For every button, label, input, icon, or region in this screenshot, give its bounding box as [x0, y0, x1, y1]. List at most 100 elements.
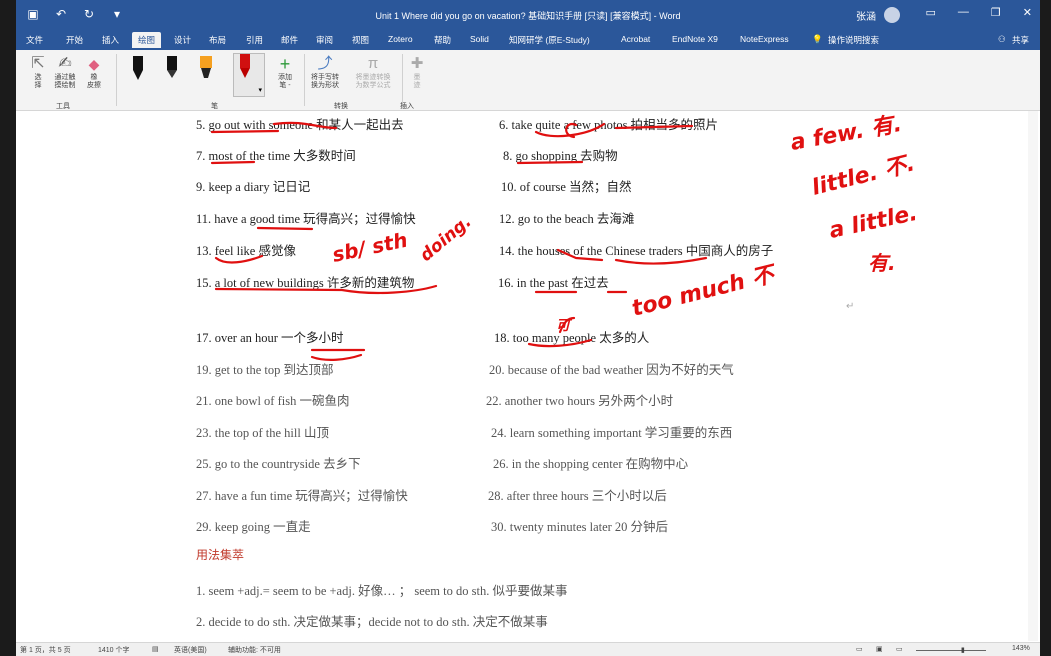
- add-pen-button[interactable]: + 添加 笔 -: [273, 54, 297, 90]
- share-button[interactable]: 共享: [1012, 34, 1029, 46]
- phrase-26: 26. in the shopping center 在购物中心: [493, 457, 689, 471]
- math-icon: π: [367, 55, 379, 72]
- document-page[interactable]: 5. go out with someone 和某人一起出去 6. take q…: [16, 111, 1040, 641]
- tab-references[interactable]: 引用: [246, 34, 263, 46]
- word-count[interactable]: 1410 个字: [98, 645, 130, 655]
- tab-zotero[interactable]: Zotero: [388, 34, 413, 44]
- pen-red-selected[interactable]: ▾: [233, 53, 265, 97]
- highlighter-yellow[interactable]: [199, 56, 213, 80]
- phrase-27: 27. have a fun time 玩得高兴；过得愉快: [196, 489, 408, 503]
- phrase-8: 8. go shopping 去购物: [503, 149, 618, 163]
- phrase-14: 14. the houses of the Chinese traders 中国…: [499, 244, 774, 258]
- zoom-slider[interactable]: [916, 650, 986, 651]
- phrase-25: 25. go to the countryside 去乡下: [196, 457, 361, 471]
- ink-to-shape-button[interactable]: ⤴ 将手写转 换为形状: [303, 54, 347, 90]
- ink-icon: ✚: [410, 55, 424, 72]
- tab-draw[interactable]: 绘图: [132, 32, 162, 48]
- add-pen-label: 添加 笔 -: [278, 74, 292, 89]
- pens-group-label: 笔: [211, 103, 218, 110]
- lightbulb-icon[interactable]: 💡: [812, 34, 823, 45]
- page-count[interactable]: 第 1 页，共 5 页: [20, 645, 71, 655]
- ink-to-math-label: 将墨迹转换 为数学公式: [355, 74, 391, 89]
- phrase-17: 17. over an hour 一个多小时: [196, 331, 344, 345]
- phrase-29: 29. keep going 一直走: [196, 520, 311, 534]
- phrase-5: 5. go out with someone 和某人一起出去: [196, 118, 404, 132]
- phrase-12: 12. go to the beach 去海滩: [499, 212, 635, 226]
- phrase-24: 24. learn something important 学习重要的东西: [491, 426, 733, 440]
- tab-review[interactable]: 审阅: [316, 34, 333, 46]
- phrase-15: 15. a lot of new buildings 许多新的建筑物: [196, 276, 415, 290]
- zoom-level[interactable]: 143%: [1012, 645, 1030, 652]
- touch-draw-tool[interactable]: ✍ 通过触 摸绘制: [50, 54, 80, 90]
- tab-acrobat[interactable]: Acrobat: [621, 34, 650, 44]
- tab-view[interactable]: 视图: [352, 34, 369, 46]
- phrase-28: 28. after three hours 三个小时以后: [488, 489, 667, 503]
- tab-design[interactable]: 设计: [174, 34, 191, 46]
- touch-draw-icon: ✍: [58, 55, 72, 72]
- tab-noteexpress[interactable]: NoteExpress: [740, 34, 789, 44]
- convert-group-label: 转换: [334, 103, 348, 110]
- tab-home[interactable]: 开始: [66, 34, 83, 46]
- title-bar: ▣ ↶ ↻ ▾ Unit 1 Where did you go on vacat…: [16, 0, 1040, 30]
- ribbon-separator: [116, 54, 117, 106]
- user-name: 张涵: [856, 11, 876, 23]
- usage-section-title: 用法集萃: [196, 548, 245, 562]
- language-status[interactable]: 英语(美国): [174, 645, 207, 655]
- pen-black-1[interactable]: [131, 56, 145, 80]
- phrase-6: 6. take quite a few photos 拍相当多的照片: [499, 118, 719, 132]
- usage-1: 1. seem +adj.= seem to be +adj. 好像… ； se…: [196, 584, 568, 598]
- print-layout-icon[interactable]: ▣: [876, 645, 883, 653]
- eraser-tool[interactable]: ◆ 橡 皮擦: [82, 54, 106, 90]
- touch-draw-label: 通过触 摸绘制: [54, 74, 76, 89]
- tab-help[interactable]: 帮助: [434, 34, 451, 46]
- tab-solid[interactable]: Solid: [470, 34, 489, 44]
- phrase-18: 18. too many people 太多的人: [494, 331, 650, 345]
- status-bar: 第 1 页，共 5 页 1410 个字 ▤ 英语(美国) 辅助功能: 不可用 ▭…: [16, 642, 1040, 656]
- phrase-9: 9. keep a diary 记日记: [196, 180, 311, 194]
- phrase-11: 11. have a good time 玩得高兴；过得愉快: [196, 212, 416, 226]
- select-tool-label: 选 择: [34, 74, 42, 89]
- tab-cnki[interactable]: 知网研学 (原E-Study): [509, 34, 590, 46]
- tab-insert[interactable]: 插入: [102, 34, 119, 46]
- person-icon[interactable]: ⚇: [998, 34, 1006, 45]
- shape-icon: ⤴: [317, 55, 333, 72]
- select-tool[interactable]: ⇱ 选 择: [26, 54, 50, 90]
- proofing-icon[interactable]: ▤: [152, 645, 159, 653]
- eraser-icon: ◆: [88, 56, 100, 72]
- phrase-13: 13. feel like 感觉像: [196, 244, 296, 258]
- phrase-19: 19. get to the top 到达顶部: [196, 363, 334, 377]
- draw-ribbon: ⇱ 选 择 ✍ 通过触 摸绘制 ◆ 橡 皮擦 工具 ▾ + 添加 笔 - 笔 ⤴…: [16, 50, 1040, 111]
- avatar[interactable]: [884, 7, 900, 23]
- ink-to-math-button[interactable]: π 将墨迹转换 为数学公式: [347, 54, 399, 90]
- ink-editor-label: 墨 迹: [413, 74, 421, 89]
- tab-file[interactable]: 文件: [26, 34, 43, 46]
- tab-endnote[interactable]: EndNote X9: [672, 34, 718, 44]
- account[interactable]: 张涵: [856, 7, 900, 23]
- web-layout-icon[interactable]: ▭: [896, 645, 903, 653]
- close-icon[interactable]: ✕: [1023, 6, 1032, 19]
- usage-2: 2. decide to do sth. 决定做某事；decide not to…: [196, 615, 548, 629]
- word-window: ▣ ↶ ↻ ▾ Unit 1 Where did you go on vacat…: [16, 0, 1040, 656]
- plus-icon: +: [279, 54, 291, 74]
- insert-group-label: 插入: [400, 103, 414, 110]
- chevron-down-icon[interactable]: ▾: [258, 86, 262, 94]
- pen-black-2[interactable]: [165, 56, 179, 80]
- phrase-7: 7. most of the time 大多数时间: [196, 149, 356, 163]
- ink-editor-button[interactable]: ✚ 墨 迹: [404, 54, 430, 90]
- ink-to-shape-label: 将手写转 换为形状: [311, 74, 339, 89]
- phrase-10: 10. of course 当然；自然: [501, 180, 632, 194]
- phrase-30: 30. twenty minutes later 20 分钟后: [491, 520, 669, 534]
- eraser-label: 橡 皮擦: [87, 74, 101, 89]
- zoom-slider-thumb[interactable]: ▮: [961, 646, 965, 654]
- ribbon-separator: [402, 54, 403, 106]
- tab-layout[interactable]: 布局: [209, 34, 226, 46]
- paragraph-mark: ↵: [846, 301, 855, 312]
- accessibility-status[interactable]: 辅助功能: 不可用: [228, 645, 281, 655]
- tab-mailings[interactable]: 邮件: [281, 34, 298, 46]
- ribbon-display-icon[interactable]: ▭: [926, 6, 936, 19]
- minimize-icon[interactable]: —: [958, 6, 969, 19]
- read-mode-icon[interactable]: ▭: [856, 645, 863, 653]
- restore-icon[interactable]: ❐: [991, 6, 1001, 19]
- tell-me-search[interactable]: 操作说明搜索: [828, 34, 879, 46]
- vertical-scrollbar[interactable]: [1028, 111, 1038, 641]
